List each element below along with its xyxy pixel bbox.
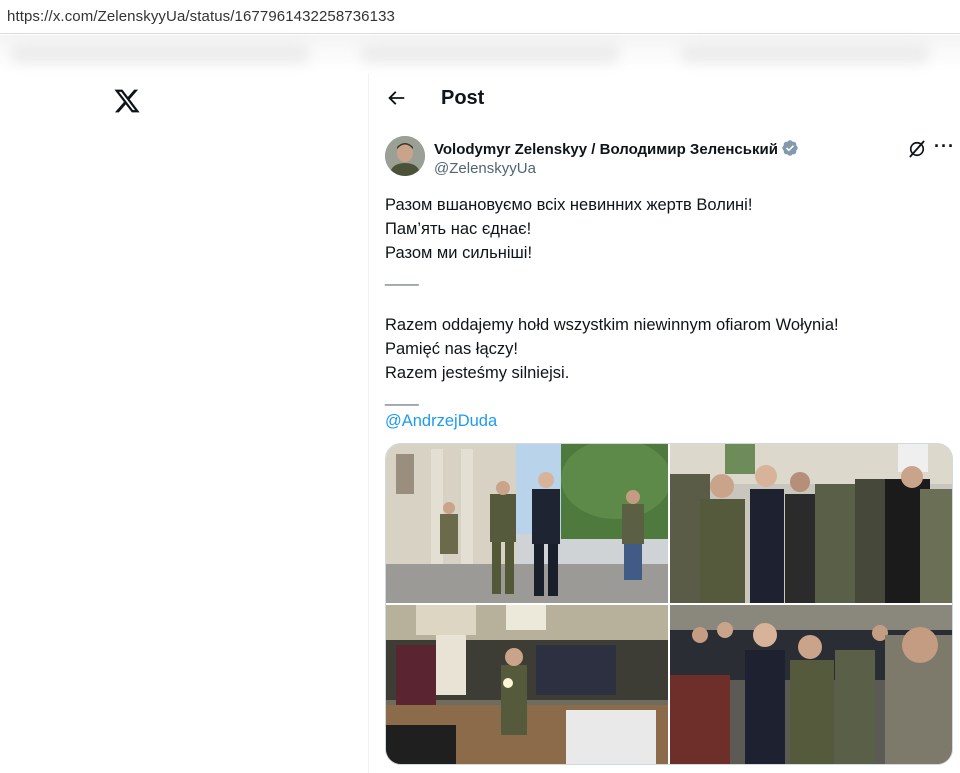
post-line: Razem oddajemy hołd wszystkim niewinnym … bbox=[385, 316, 839, 334]
arrow-left-icon[interactable] bbox=[385, 87, 407, 109]
post-column: Post Volodymyr Zelenskyy / Володимир Зел… bbox=[369, 73, 960, 773]
photo-3[interactable] bbox=[386, 605, 668, 764]
blurred-toolbar-area bbox=[0, 35, 960, 73]
post-separator: ____ bbox=[385, 268, 419, 286]
post-separator: ____ bbox=[385, 388, 419, 406]
media-grid bbox=[385, 443, 953, 765]
photo-2[interactable] bbox=[670, 444, 952, 603]
left-sidebar bbox=[0, 73, 369, 773]
author-handle[interactable]: @ZelenskyyUa bbox=[434, 160, 536, 177]
photo-1[interactable] bbox=[386, 444, 668, 603]
more-icon[interactable]: ··· bbox=[934, 136, 955, 157]
browser-address-bar[interactable]: https://x.com/ZelenskyyUa/status/1677961… bbox=[0, 0, 960, 34]
post-line: Razem jesteśmy silniejsi. bbox=[385, 364, 570, 382]
post-text: Разом вшановуємо всіх невинних жертв Вол… bbox=[385, 193, 945, 433]
post-header: Post bbox=[369, 73, 960, 125]
grok-icon[interactable] bbox=[907, 139, 927, 159]
x-logo-icon[interactable] bbox=[113, 87, 141, 115]
mention-link[interactable]: @AndrzejDuda bbox=[385, 412, 497, 430]
author-name[interactable]: Volodymyr Zelenskyy / Володимир Зеленськ… bbox=[434, 139, 799, 158]
url-text[interactable]: https://x.com/ZelenskyyUa/status/1677961… bbox=[7, 8, 395, 25]
avatar[interactable] bbox=[385, 136, 425, 176]
post-line: Разом ми сильніші! bbox=[385, 244, 533, 262]
page-title: Post bbox=[441, 87, 485, 109]
post-line: Разом вшановуємо всіх невинних жертв Вол… bbox=[385, 196, 753, 214]
verified-badge-icon bbox=[782, 140, 798, 156]
photo-4[interactable] bbox=[670, 605, 952, 764]
author-name-text[interactable]: Volodymyr Zelenskyy / Володимир Зеленськ… bbox=[434, 141, 778, 158]
post-line: Pamięć nas łączy! bbox=[385, 340, 518, 358]
post-line: Пам’ять нас єднає! bbox=[385, 220, 532, 238]
